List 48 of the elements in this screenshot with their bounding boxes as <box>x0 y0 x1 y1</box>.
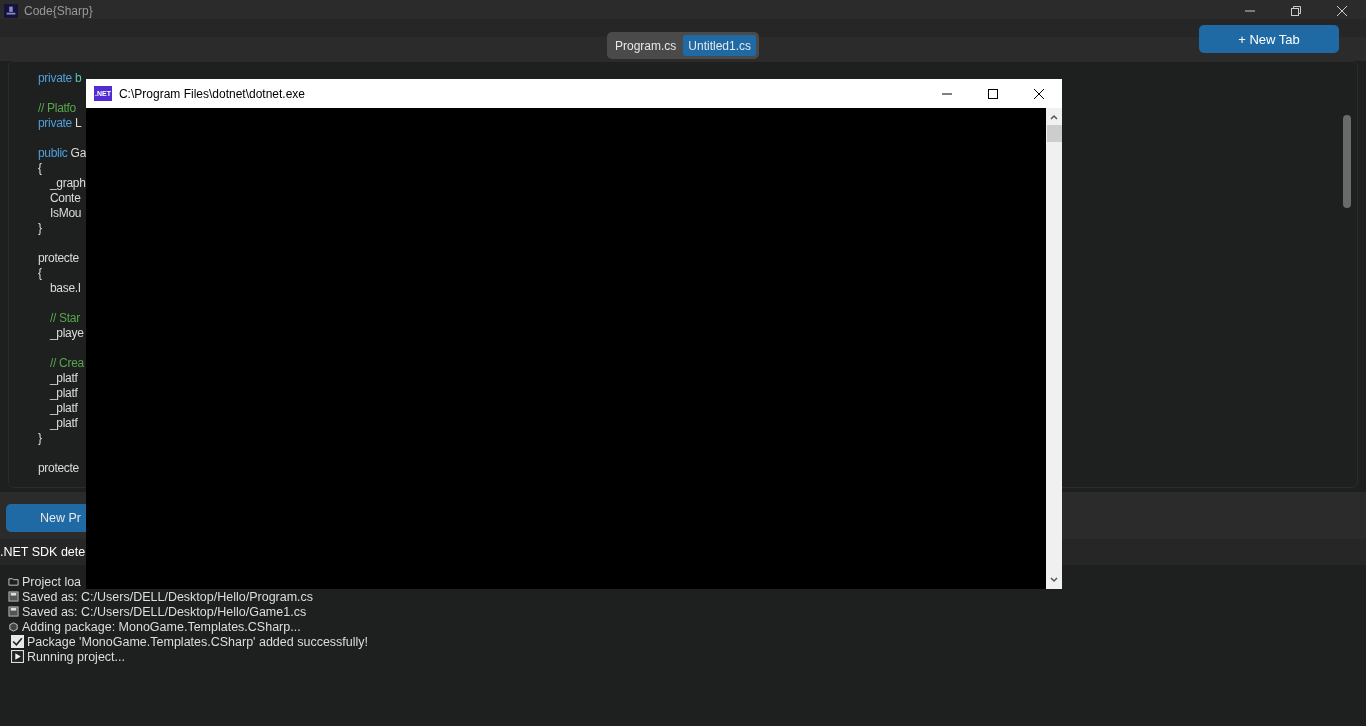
app-logo-icon <box>4 4 18 18</box>
maximize-icon[interactable] <box>987 87 999 100</box>
scroll-up-icon[interactable] <box>1049 112 1059 122</box>
log-entry: Adding package: MonoGame.Templates.CSharp... <box>22 619 301 634</box>
code-line: _playe <box>50 326 84 340</box>
log-entry: Saved as: C:/Users/DELL/Desktop/Hello/Program.cs <box>22 589 314 604</box>
code-line: private b <box>38 71 82 85</box>
play-icon <box>11 650 24 663</box>
code-line: protecte <box>38 251 79 265</box>
code-line: IsMou <box>50 206 82 220</box>
code-line: _platf <box>50 386 78 400</box>
code-line: } <box>38 221 42 235</box>
code-line: { <box>38 161 42 175</box>
floppy-icon <box>8 591 19 602</box>
code-line: // Platfo <box>38 101 76 115</box>
floppy-icon <box>8 606 19 617</box>
scrollbar-thumb[interactable] <box>1046 125 1062 142</box>
code-line: _platf <box>50 371 78 385</box>
log-entry: Running project... <box>27 649 125 664</box>
sdk-status: .NET SDK dete <box>0 545 86 559</box>
code-line: _graph <box>50 176 86 190</box>
code-line: public Ga <box>38 146 87 160</box>
scroll-down-icon[interactable] <box>1049 575 1059 585</box>
code-line: protecte <box>38 461 79 475</box>
scrollbar-thumb[interactable] <box>1343 115 1351 208</box>
log-entry: Saved as: C:/Users/DELL/Desktop/Hello/Game1.cs <box>22 604 307 619</box>
code-line: { <box>38 266 42 280</box>
close-icon[interactable] <box>1033 87 1045 100</box>
log-entry: Project loa <box>22 574 82 589</box>
code-line: // Crea <box>50 356 84 370</box>
code-line: base.I <box>50 281 81 295</box>
log-entry: Package 'MonoGame.Templates.CSharp' added successfully! <box>27 634 369 649</box>
console-title: C:\Program Files\dotnet\dotnet.exe <box>118 86 306 101</box>
package-icon <box>8 621 19 632</box>
app-title: Code{Sharp} <box>24 4 93 18</box>
check-icon <box>11 635 24 648</box>
folder-icon <box>8 576 19 587</box>
console-scrollbar[interactable] <box>1046 108 1062 589</box>
code-line: _platf <box>50 401 78 415</box>
code-line: // Star <box>50 311 80 325</box>
new-tab-button[interactable]: + New Tab <box>1199 25 1339 53</box>
restore-icon[interactable] <box>1290 5 1302 17</box>
code-line: _platf <box>50 416 78 430</box>
code-line: private L <box>38 116 82 130</box>
file-tab[interactable]: Program.cs <box>609 35 682 56</box>
code-line: Conte <box>50 191 81 205</box>
code-line: } <box>38 431 42 445</box>
file-tab[interactable]: Untitled1.cs <box>683 35 757 56</box>
